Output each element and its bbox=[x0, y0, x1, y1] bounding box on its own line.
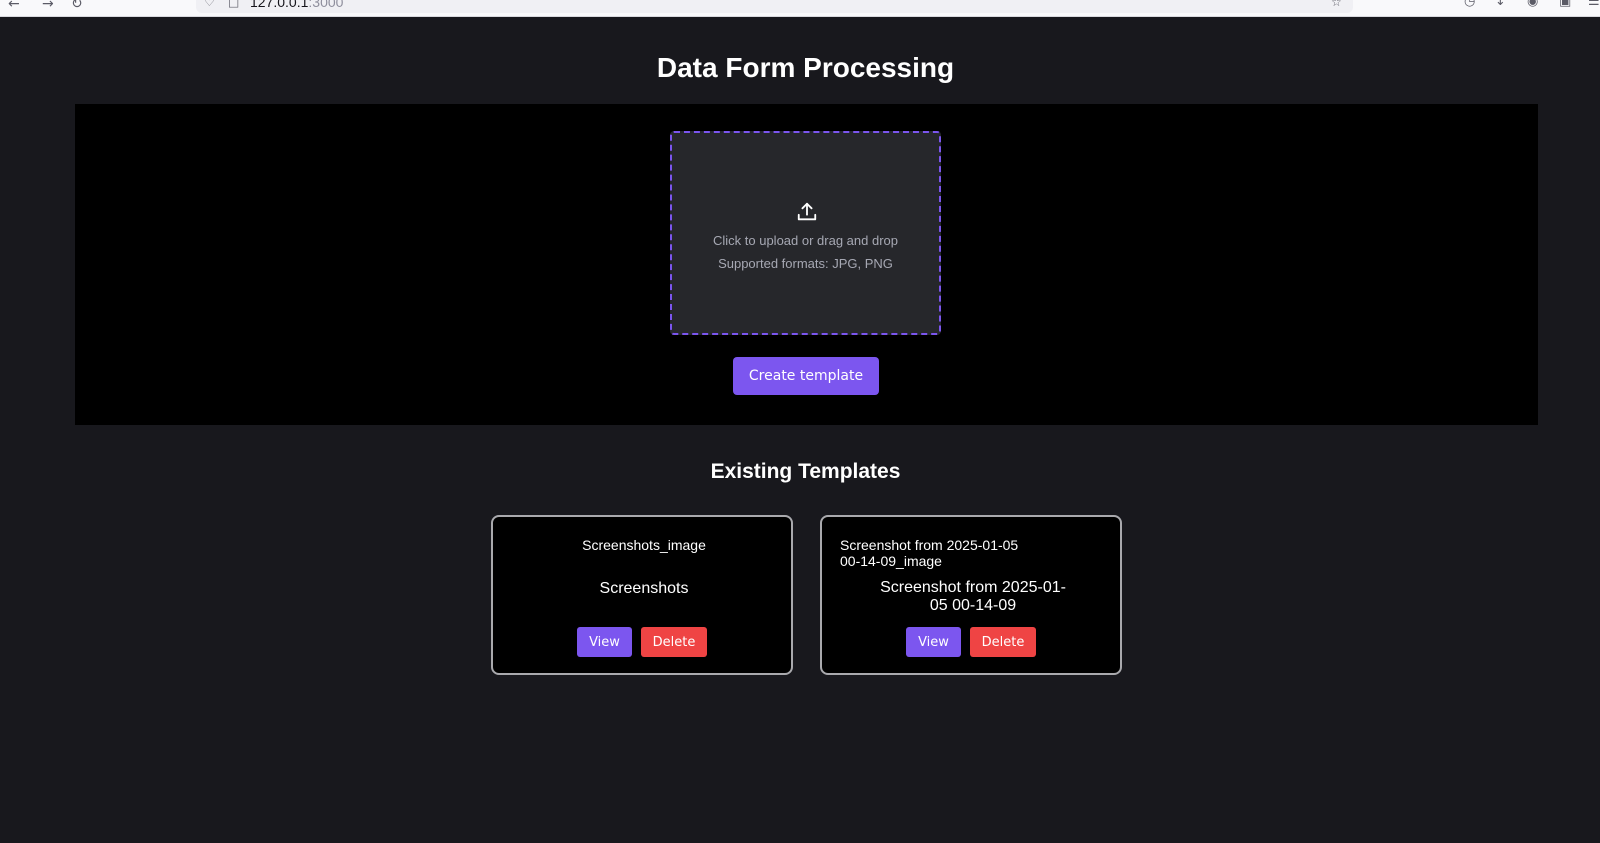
upload-instructions: Click to upload or drag and drop bbox=[712, 233, 898, 248]
page-title: Data Form Processing bbox=[656, 52, 955, 83]
history-icon[interactable]: ◷ bbox=[1464, 0, 1475, 9]
url-host: 127.0.0.1 bbox=[250, 0, 309, 10]
template-card: Screenshots_image Screenshots View Delet… bbox=[491, 515, 793, 675]
url-port: :3000 bbox=[308, 0, 344, 10]
upload-icon bbox=[797, 202, 817, 221]
address-bar[interactable]: ♡ □ 127.0.0.1:3000 ☆ bbox=[196, 0, 1353, 13]
existing-templates-heading: Existing Templates bbox=[710, 460, 901, 483]
template-name: Screenshots bbox=[599, 580, 689, 597]
reload-icon[interactable]: ↻ bbox=[71, 0, 83, 12]
upload-dropzone[interactable]: Click to upload or drag and drop Support… bbox=[670, 131, 941, 335]
template-image-name: Screenshots_image bbox=[582, 537, 706, 553]
template-image-name: Screenshot from 2025-01-05 00-14-09_imag… bbox=[840, 537, 1019, 569]
template-list: Screenshots_image Screenshots View Delet… bbox=[0, 515, 1600, 675]
url-text[interactable]: 127.0.0.1:3000 bbox=[250, 0, 343, 10]
extensions-icon[interactable]: ▣ bbox=[1559, 0, 1571, 9]
create-template-button[interactable]: Create template bbox=[733, 357, 879, 395]
delete-button[interactable]: Delete bbox=[970, 627, 1036, 657]
bookmark-star-icon[interactable]: ☆ bbox=[1331, 0, 1342, 9]
browser-toolbar: ← → ↻ ♡ □ 127.0.0.1:3000 ☆ ◷ ↧ ◉ ▣ ☰ bbox=[0, 0, 1600, 17]
upload-panel: Click to upload or drag and drop Support… bbox=[75, 104, 1538, 425]
menu-icon[interactable]: ☰ bbox=[1588, 0, 1600, 9]
forward-icon[interactable]: → bbox=[42, 0, 54, 12]
view-button[interactable]: View bbox=[577, 627, 632, 657]
page-info-icon[interactable]: □ bbox=[228, 0, 239, 9]
view-button[interactable]: View bbox=[906, 627, 961, 657]
downloads-icon[interactable]: ↧ bbox=[1495, 0, 1506, 9]
delete-button[interactable]: Delete bbox=[641, 627, 707, 657]
supported-formats: Supported formats: JPG, PNG bbox=[718, 256, 893, 271]
template-name: Screenshot from 2025-01-05 00-14-09 bbox=[880, 579, 1066, 614]
shield-icon[interactable]: ♡ bbox=[204, 0, 215, 9]
back-icon[interactable]: ← bbox=[8, 0, 20, 12]
account-icon[interactable]: ◉ bbox=[1527, 0, 1538, 9]
template-card: Screenshot from 2025-01-05 00-14-09_imag… bbox=[820, 515, 1122, 675]
